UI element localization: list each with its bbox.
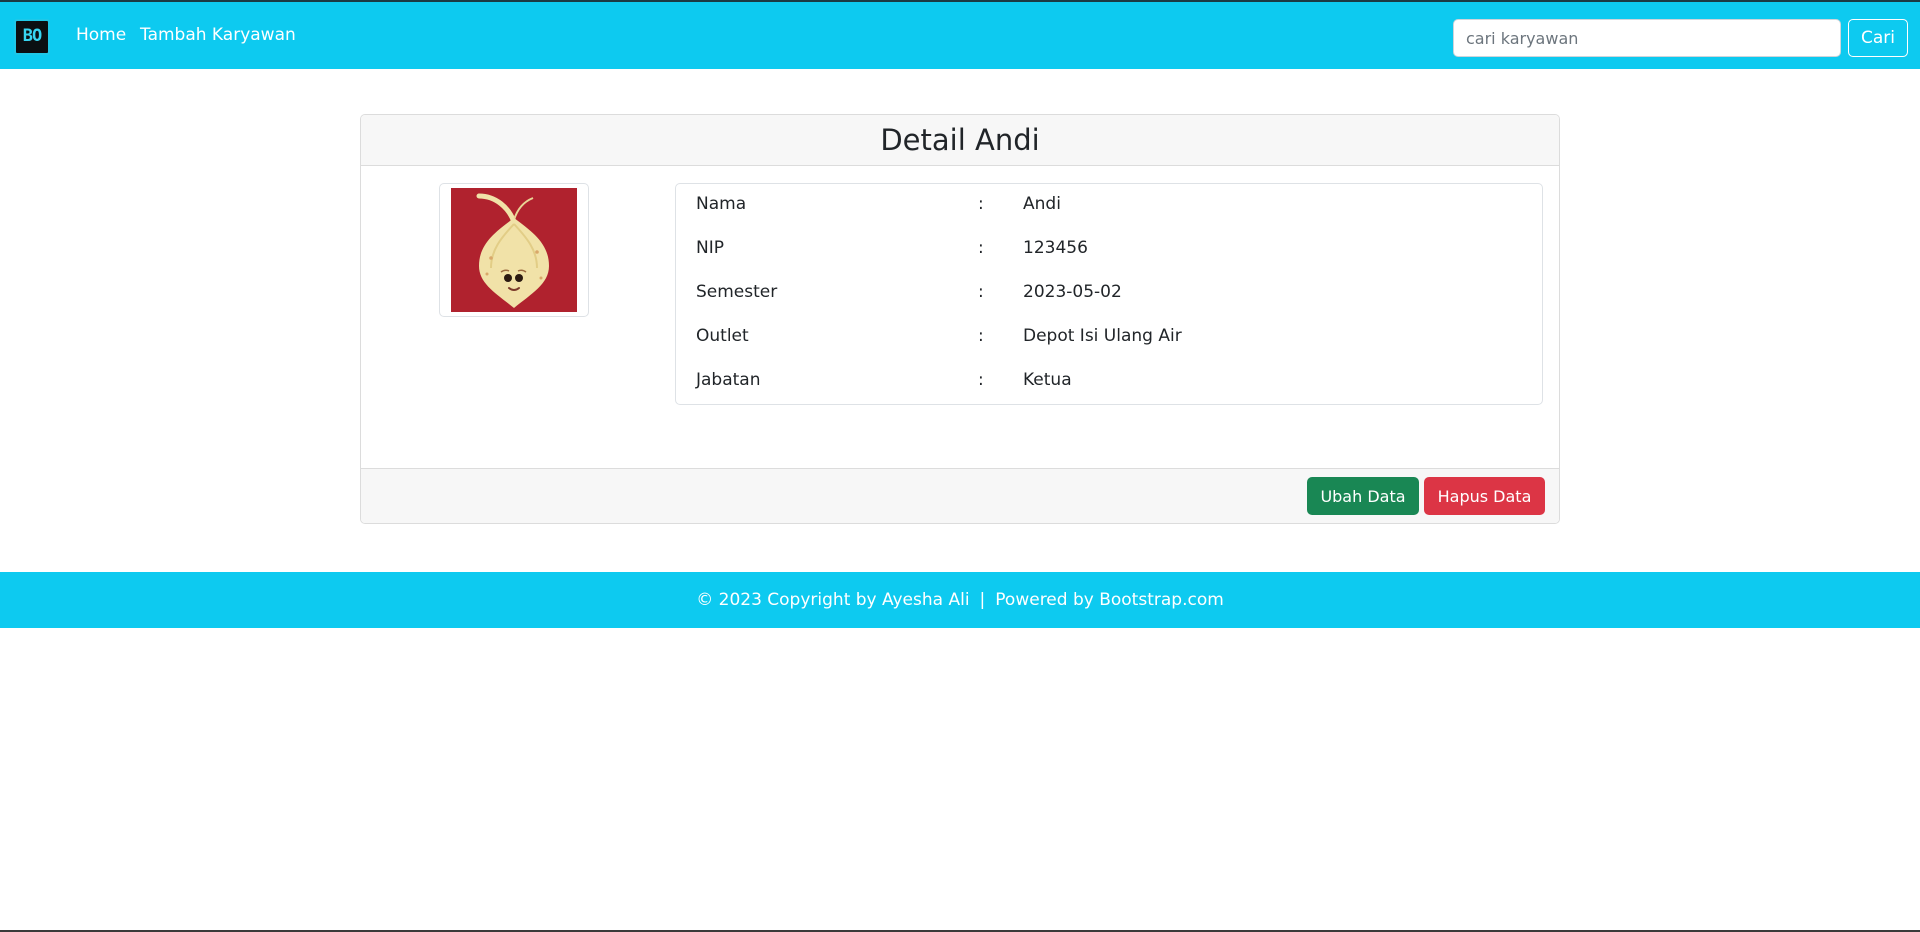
info-row-jabatan: Jabatan : Ketua xyxy=(676,360,1542,404)
field-value: 2023-05-02 xyxy=(1023,282,1122,302)
field-value: Ketua xyxy=(1023,370,1072,390)
field-label: NIP xyxy=(696,238,724,258)
employee-info-list: Nama : Andi NIP : 123456 Semester : 2023… xyxy=(675,183,1543,405)
employee-photo xyxy=(451,188,577,312)
employee-detail-card: Detail Andi Nama : Andi NIP: 123456 Sem… xyxy=(360,114,1560,524)
field-label: Jabatan xyxy=(696,370,761,390)
field-separator: : xyxy=(978,370,984,390)
page-footer: © 2023 Copyright by Ayesha Ali | Powered b… xyxy=(0,572,1920,628)
field-separator: : xyxy=(978,326,984,346)
edit-data-button[interactable]: Ubah Data xyxy=(1307,477,1419,515)
nav-home-link[interactable]: Home xyxy=(76,25,126,45)
onion-mascot-image xyxy=(476,193,549,308)
field-separator: : xyxy=(978,282,984,302)
field-value: Andi xyxy=(1023,194,1061,214)
info-row-nama: Nama : Andi xyxy=(676,184,1542,228)
top-navbar: BO Home Tambah Karyawan Cari xyxy=(0,0,1920,69)
search-input[interactable] xyxy=(1453,19,1841,57)
card-header: Detail Andi xyxy=(361,115,1559,166)
powered-by-text: Powered by Bootstrap.com xyxy=(995,590,1224,610)
delete-data-button[interactable]: Hapus Data xyxy=(1424,477,1545,515)
field-label: Outlet xyxy=(696,326,749,346)
field-value: 123456 xyxy=(1023,238,1088,258)
footer-separator: | xyxy=(979,590,986,610)
copyright-text: © 2023 Copyright by Ayesha Ali xyxy=(696,590,970,610)
brand-logo[interactable]: BO xyxy=(14,19,50,55)
info-row-nip: NIP : 123456 xyxy=(676,228,1542,272)
info-row-semester: Semester : 2023-05-02 xyxy=(676,272,1542,316)
nav-add-employee-link[interactable]: Tambah Karyawan xyxy=(140,25,296,45)
info-row-outlet: Outlet : Depot Isi Ulang Air xyxy=(676,316,1542,360)
field-value: Depot Isi Ulang Air xyxy=(1023,326,1182,346)
employee-photo-frame xyxy=(439,183,589,317)
field-label: Semester xyxy=(696,282,778,302)
field-separator: : xyxy=(978,194,984,214)
page-title: Detail Andi xyxy=(880,123,1040,157)
field-label: Nama xyxy=(696,194,747,214)
field-separator: : xyxy=(978,238,984,258)
card-footer: Ubah Data Hapus Data xyxy=(361,468,1559,523)
search-button[interactable]: Cari xyxy=(1848,19,1908,57)
